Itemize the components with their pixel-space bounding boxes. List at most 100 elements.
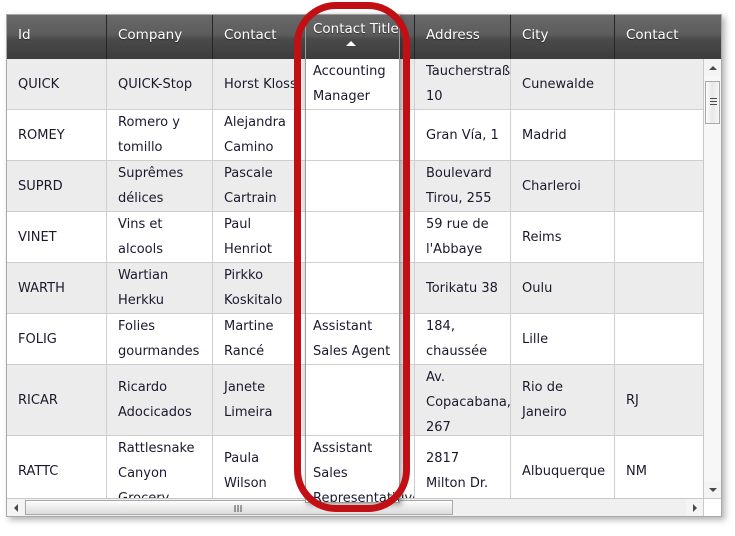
cell-id-text: WARTH: [18, 280, 65, 296]
cell-id-text: SUPRD: [18, 178, 63, 194]
cell-city: Lille: [511, 314, 615, 364]
column-header-company[interactable]: Company: [107, 15, 213, 59]
floating-cell-contact-title: Accounting Manager: [306, 59, 399, 110]
cell-contact-text: Horst Kloss: [224, 76, 297, 92]
scroll-thumb-grip-icon: [710, 98, 717, 107]
cell-id: WARTH: [7, 263, 107, 313]
cell-contact: Paula Wilson: [213, 436, 311, 498]
cell-contact-text: Martine Rancé: [224, 319, 274, 359]
scroll-right-arrow-icon[interactable]: [686, 499, 703, 516]
cell-city-text: Charleroi: [522, 178, 581, 194]
cell-region: [615, 161, 703, 211]
cell-region: [615, 314, 703, 364]
scrollbar-corner: [703, 498, 721, 516]
cell-address-text: 59 rue de l'Abbaye: [426, 217, 489, 257]
cell-company: Ricardo Adocicados: [107, 365, 213, 435]
column-header-address-label: Address: [426, 27, 480, 43]
column-header-contact-label: Contact: [224, 27, 277, 43]
cell-id-text: VINET: [18, 229, 57, 245]
floating-cell-contact-title: Assistant Sales Agent: [306, 314, 399, 365]
cell-address: Gran Vía, 1: [415, 110, 511, 160]
floating-cell-contact-title: [306, 365, 399, 436]
floating-column-cells: Accounting Manager Assistant Sales Agent A…: [306, 59, 399, 503]
cell-city-text: Madrid: [522, 127, 567, 143]
floating-cell-contact-title: Assistant Sales Representative: [306, 436, 399, 503]
floating-column-contact-title[interactable]: Contact Title Accounting Manager Assistan…: [305, 14, 400, 503]
cell-city-text: Rio de Janeiro: [522, 380, 567, 420]
cell-city-text: Reims: [522, 229, 562, 245]
cell-city: Albuquerque: [511, 436, 615, 498]
cell-contact-text: Pirkko Koskitalo: [224, 268, 283, 308]
cell-id: VINET: [7, 212, 107, 262]
cell-company-text: Wartian Herkku: [118, 268, 169, 308]
cell-region: RJ: [615, 365, 703, 435]
scroll-left-arrow-icon[interactable]: [7, 499, 24, 516]
cell-city-text: Cunewalde: [522, 76, 595, 92]
cell-contact-text: Alejandra Camino: [224, 115, 286, 155]
column-header-id[interactable]: Id: [7, 15, 107, 59]
column-header-region-label: Contact: [626, 27, 679, 43]
cell-id-text: ROMEY: [18, 127, 65, 143]
cell-address: 59 rue de l'Abbaye: [415, 212, 511, 262]
floating-cell-contact-title: [306, 161, 399, 212]
cell-address-text: 2817 Milton Dr.: [426, 451, 489, 491]
cell-id-text: QUICK: [18, 76, 60, 92]
cell-city: Reims: [511, 212, 615, 262]
cell-address: Torikatu 38: [415, 263, 511, 313]
cell-contact: Martine Rancé: [213, 314, 311, 364]
cell-region-text: NM: [626, 463, 647, 479]
cell-company: Rattlesnake Canyon Grocery: [107, 436, 213, 498]
column-header-region[interactable]: Contact: [615, 15, 721, 59]
cell-company-text: Romero y tomillo: [118, 115, 180, 155]
cell-id: FOLIG: [7, 314, 107, 364]
scroll-up-arrow-icon[interactable]: [704, 59, 721, 76]
floating-cell-contact-title-text: Accounting Manager: [313, 64, 386, 104]
column-header-id-label: Id: [18, 27, 31, 43]
cell-id: ROMEY: [7, 110, 107, 160]
cell-company: Folies gourmandes: [107, 314, 213, 364]
cell-contact: Pascale Cartrain: [213, 161, 311, 211]
sort-ascending-icon[interactable]: [346, 41, 356, 46]
cell-city: Cunewalde: [511, 59, 615, 109]
cell-id-text: RATTC: [18, 463, 59, 479]
cell-address: Taucherstraße 10: [415, 59, 511, 109]
cell-company-text: QUICK-Stop: [118, 76, 193, 92]
cell-contact-text: Pascale Cartrain: [224, 166, 277, 206]
cell-id-text: RICAR: [18, 392, 58, 408]
vertical-scrollbar-thumb[interactable]: [705, 81, 720, 124]
floating-cell-contact-title-text: Assistant Sales Agent: [313, 319, 391, 359]
cell-address-text: Torikatu 38: [426, 280, 498, 296]
cell-contact: Paul Henriot: [213, 212, 311, 262]
cell-contact-text: Paula Wilson: [224, 451, 267, 491]
cell-city: Charleroi: [511, 161, 615, 211]
floating-column-header[interactable]: Contact Title: [306, 15, 399, 59]
vertical-scrollbar[interactable]: [703, 59, 721, 498]
cell-company: Vins et alcools Chevalier: [107, 212, 213, 262]
column-header-contact[interactable]: Contact: [213, 15, 311, 59]
scroll-down-arrow-icon[interactable]: [704, 481, 721, 498]
cell-region: [615, 59, 703, 109]
column-header-city-label: City: [522, 27, 549, 43]
column-header-city[interactable]: City: [511, 15, 615, 59]
cell-contact: Janete Limeira: [213, 365, 311, 435]
cell-company: Romero y tomillo: [107, 110, 213, 160]
floating-cell-contact-title-text: Assistant Sales Representative: [313, 441, 399, 503]
cell-city-text: Albuquerque: [522, 463, 606, 479]
cell-contact: Alejandra Camino: [213, 110, 311, 160]
floating-cell-contact-title: [306, 212, 399, 263]
floating-cell-contact-title: [306, 263, 399, 314]
cell-region: NM: [615, 436, 703, 498]
column-header-company-label: Company: [118, 27, 183, 43]
column-header-address[interactable]: Address: [415, 15, 511, 59]
cell-company: Wartian Herkku: [107, 263, 213, 313]
cell-address: 184, chaussée de Tournai: [415, 314, 511, 364]
cell-id: QUICK: [7, 59, 107, 109]
cell-id: SUPRD: [7, 161, 107, 211]
cell-city-text: Oulu: [522, 280, 553, 296]
cell-region-text: RJ: [626, 392, 639, 408]
cell-address-text: Taucherstraße 10: [426, 64, 511, 104]
cell-company-text: Folies gourmandes: [118, 319, 200, 359]
cell-city: Madrid: [511, 110, 615, 160]
cell-city: Rio de Janeiro: [511, 365, 615, 435]
cell-address-text: Boulevard Tirou, 255: [426, 166, 492, 206]
